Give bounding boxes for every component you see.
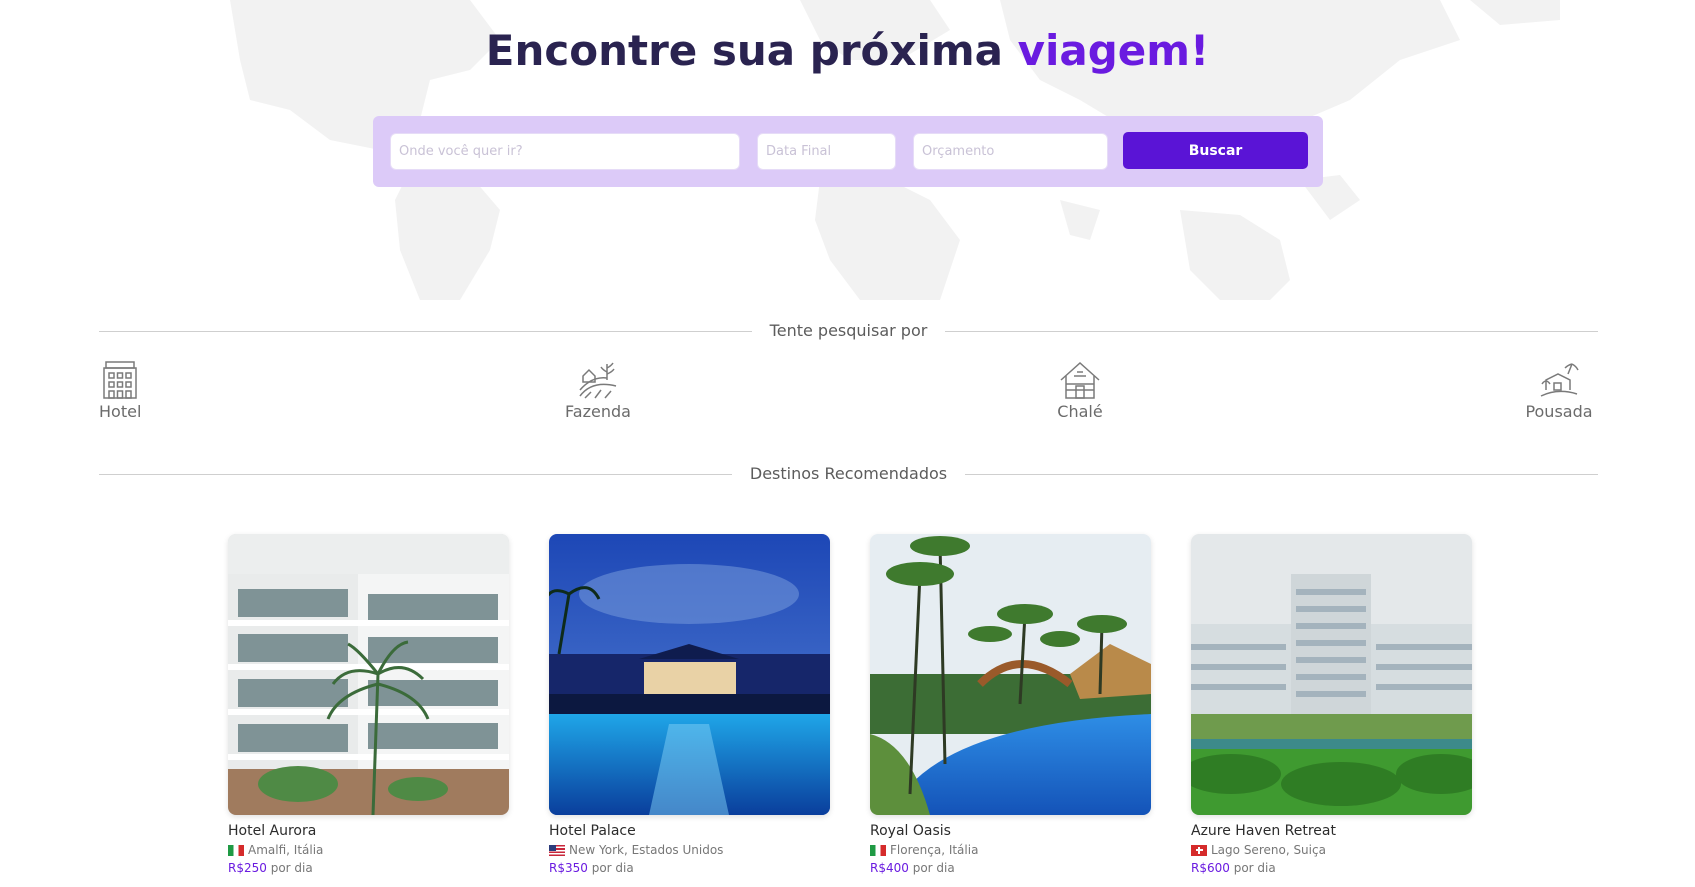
title-main: Encontre sua próxima — [485, 26, 1018, 75]
destination-card[interactable]: Hotel Aurora Amalfi, Itália R$250 por di… — [228, 534, 509, 875]
italy-flag-icon — [228, 844, 244, 856]
search-button[interactable]: Buscar — [1123, 132, 1308, 169]
destination-location: Lago Sereno, Suiça — [1191, 843, 1472, 857]
destination-name: Azure Haven Retreat — [1191, 823, 1336, 839]
destination-photo — [870, 534, 1151, 815]
inn-icon — [1540, 363, 1579, 397]
destination-location: Amalfi, Itália — [228, 843, 509, 857]
hotel-icon — [103, 361, 137, 399]
destination-price: R$600 por dia — [1191, 861, 1472, 875]
destination-photo — [1191, 534, 1472, 815]
destinations-divider: Destinos Recomendados — [99, 464, 1598, 484]
destination-card[interactable]: Royal Oasis Florença, Itália R$400 por d… — [870, 534, 1151, 875]
hero-section: Encontre sua próxima viagem! Buscar — [0, 0, 1695, 300]
category-label: Pousada — [1525, 402, 1593, 421]
price-suffix: por dia — [1233, 861, 1276, 875]
destination-price: R$350 por dia — [549, 861, 830, 875]
switzerland-flag-icon — [1191, 844, 1207, 856]
usa-flag-icon — [549, 844, 565, 856]
destination-name: Hotel Aurora — [228, 823, 317, 839]
italy-flag-icon — [870, 844, 886, 856]
title-accent: viagem! — [1017, 26, 1210, 75]
resort-pool-palms-photo — [870, 534, 1151, 815]
price-amount: R$350 — [549, 861, 588, 875]
destination-price: R$400 por dia — [870, 861, 1151, 875]
destinations-heading: Destinos Recomendados — [731, 464, 966, 483]
destinations-heading-wrap: Destinos Recomendados — [99, 464, 1598, 483]
destination-card[interactable]: Azure Haven Retreat Lago Sereno, Suiça R… — [1191, 534, 1472, 875]
destination-photo — [228, 534, 509, 815]
categories-heading: Tente pesquisar por — [751, 321, 946, 340]
resort-tower-garden-photo — [1191, 534, 1472, 815]
farm-icon — [579, 362, 617, 399]
location-text: Lago Sereno, Suiça — [1211, 843, 1326, 857]
price-suffix: por dia — [270, 861, 313, 875]
category-chale[interactable]: Chalé — [1020, 360, 1140, 421]
page-title: Encontre sua próxima viagem! — [0, 26, 1695, 75]
categories-heading-wrap: Tente pesquisar por — [99, 321, 1598, 340]
destination-name: Royal Oasis — [870, 823, 951, 839]
hotel-building-photo — [228, 534, 509, 815]
category-label: Chalé — [1057, 402, 1103, 421]
location-text: Amalfi, Itália — [248, 843, 324, 857]
destination-card[interactable]: Hotel Palace New York, Estados Unidos R$… — [549, 534, 830, 875]
destination-price: R$250 por dia — [228, 861, 509, 875]
location-text: Florença, Itália — [890, 843, 979, 857]
category-fazenda[interactable]: Fazenda — [538, 360, 658, 421]
categories-divider: Tente pesquisar por — [99, 321, 1598, 341]
search-bar: Buscar — [373, 116, 1323, 187]
location-text: New York, Estados Unidos — [569, 843, 724, 857]
category-label: Hotel — [99, 402, 142, 421]
hotel-pool-night-photo — [549, 534, 830, 815]
destination-location: New York, Estados Unidos — [549, 843, 830, 857]
price-suffix: por dia — [591, 861, 634, 875]
price-amount: R$250 — [228, 861, 267, 875]
price-suffix: por dia — [912, 861, 955, 875]
destination-name: Hotel Palace — [549, 823, 636, 839]
end-date-input[interactable] — [757, 133, 896, 170]
price-amount: R$600 — [1191, 861, 1230, 875]
price-amount: R$400 — [870, 861, 909, 875]
category-pousada[interactable]: Pousada — [1520, 360, 1598, 421]
budget-input[interactable] — [913, 133, 1108, 170]
category-label: Fazenda — [565, 402, 631, 421]
cabin-icon — [1060, 361, 1100, 399]
destination-photo — [549, 534, 830, 815]
destination-location: Florença, Itália — [870, 843, 1151, 857]
destination-input[interactable] — [390, 133, 740, 170]
category-hotel[interactable]: Hotel — [99, 360, 141, 421]
